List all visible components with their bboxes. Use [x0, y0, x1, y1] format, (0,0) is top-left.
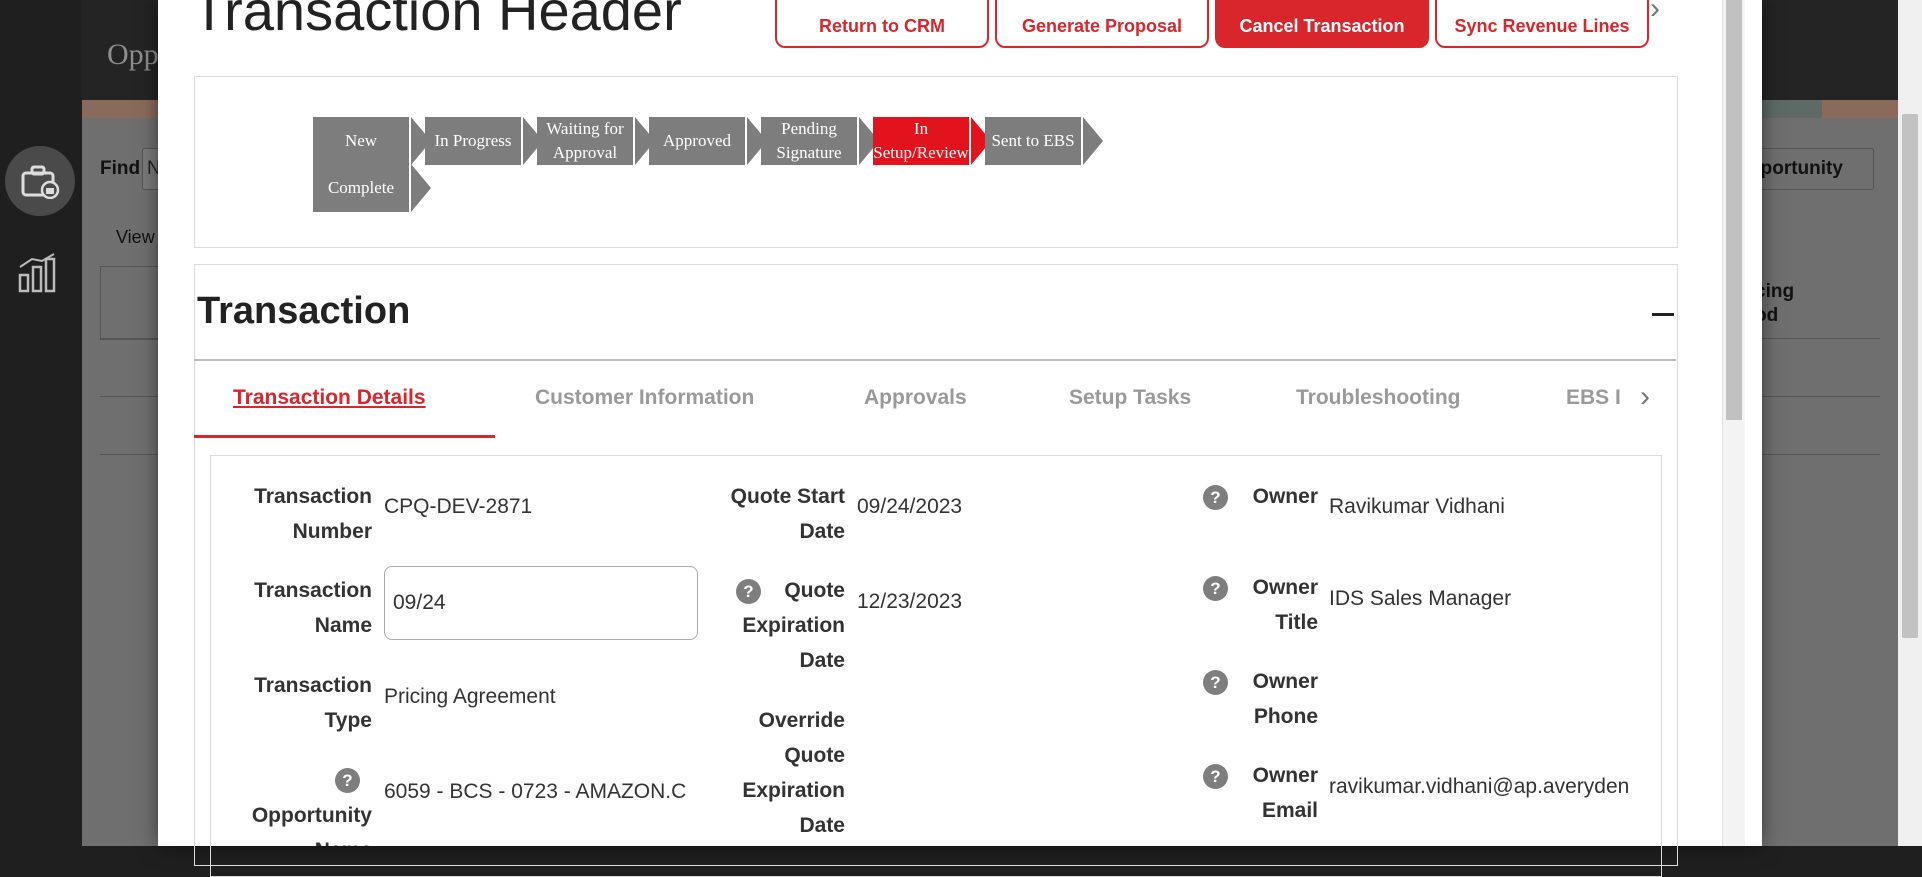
- owner-title-value: IDS Sales Manager: [1329, 587, 1512, 610]
- owner-title-label: Owner Title: [1252, 576, 1318, 634]
- section-divider: [194, 359, 1676, 361]
- tab-ebs[interactable]: EBS I: [1566, 386, 1632, 410]
- modal-scrollbar[interactable]: [1722, 0, 1745, 846]
- minus-icon[interactable]: [1652, 313, 1674, 316]
- opportunity-name-label: Opportunity Name: [251, 804, 372, 846]
- tab-transaction-details[interactable]: Transaction Details: [233, 386, 426, 410]
- page-title: Transaction Header: [192, 0, 682, 42]
- status-stage: Pending Signature: [761, 117, 857, 165]
- transaction-name-input[interactable]: [384, 566, 698, 640]
- owner-email-value: ravikumar.vidhani@ap.averyden: [1329, 775, 1630, 798]
- stage-arrow: [1083, 117, 1103, 165]
- bar-chart-icon: [18, 253, 56, 293]
- question-circle-icon[interactable]: ?: [1203, 576, 1228, 601]
- status-stage: In Setup/Review: [873, 117, 969, 165]
- cancel-transaction-button[interactable]: Cancel Transaction: [1215, 0, 1429, 48]
- create-opportunity-button[interactable]: pportunity: [1748, 148, 1874, 190]
- generate-proposal-button[interactable]: Generate Proposal: [995, 0, 1209, 48]
- section-title: Transaction: [197, 290, 411, 332]
- question-circle-icon[interactable]: ?: [1203, 670, 1228, 695]
- modal-scrollbar-thumb[interactable]: [1726, 0, 1742, 420]
- transaction-number-value: CPQ-DEV-2871: [384, 495, 533, 518]
- owner-phone-label: Owner Phone: [1252, 670, 1318, 728]
- quote-expiration-date-value: 12/23/2023: [857, 590, 963, 613]
- quote-start-date-value: 09/24/2023: [857, 495, 963, 518]
- tab-approvals[interactable]: Approvals: [864, 386, 967, 410]
- opportunity-name-value: 6059 - BCS - 0723 - AMAZON.C: [384, 780, 687, 803]
- transaction-type-label: Transaction Type: [254, 674, 372, 732]
- status-stage: Sent to EBS: [985, 117, 1081, 165]
- sync-revenue-lines-button[interactable]: Sync Revenue Lines: [1435, 0, 1649, 48]
- left-rail: [0, 0, 82, 846]
- status-stage: Approved: [649, 117, 745, 165]
- active-tab-indicator: [194, 435, 495, 438]
- page-scrollbar[interactable]: [1898, 0, 1922, 846]
- chevron-right-icon[interactable]: ›: [1650, 0, 1660, 26]
- transaction-name-label: Transaction Name: [254, 579, 372, 637]
- quote-start-date-label: Quote Start Date: [730, 485, 845, 543]
- find-label: Find: [100, 158, 141, 179]
- view-menu[interactable]: View: [116, 227, 155, 248]
- briefcase-icon: [21, 165, 60, 199]
- quote-expiration-date-label: Quote Expiration Date: [742, 579, 845, 672]
- page-scrollbar-thumb[interactable]: [1902, 114, 1918, 638]
- owner-value: Ravikumar Vidhani: [1329, 495, 1505, 518]
- analytics-rail-button[interactable]: [18, 253, 58, 298]
- status-stage: New: [313, 117, 409, 165]
- transaction-number-label: Transaction Number: [254, 485, 372, 543]
- override-quote-expiration-date-label: Override Quote Expiration Date: [742, 709, 845, 837]
- question-circle-icon[interactable]: ?: [335, 768, 360, 793]
- transaction-type-value: Pricing Agreement: [384, 685, 556, 708]
- owner-label: Owner: [1252, 485, 1318, 508]
- return-to-crm-button[interactable]: Return to CRM: [775, 0, 989, 48]
- status-stage: Complete: [313, 164, 409, 212]
- background-app-title: Opp: [107, 38, 159, 71]
- tab-customer-information[interactable]: Customer Information: [535, 386, 754, 410]
- tab-setup-tasks[interactable]: Setup Tasks: [1069, 386, 1191, 410]
- chevron-right-icon[interactable]: ›: [1640, 380, 1650, 414]
- transactions-rail-button[interactable]: [5, 146, 75, 216]
- status-stage: In Progress: [425, 117, 521, 165]
- status-stage: Waiting for Approval: [537, 117, 633, 165]
- tab-troubleshooting[interactable]: Troubleshooting: [1296, 386, 1460, 410]
- question-circle-icon[interactable]: ?: [1203, 764, 1228, 789]
- owner-email-label: Owner Email: [1252, 764, 1318, 822]
- stage-arrow: [411, 164, 431, 212]
- question-circle-icon[interactable]: ?: [1203, 485, 1228, 510]
